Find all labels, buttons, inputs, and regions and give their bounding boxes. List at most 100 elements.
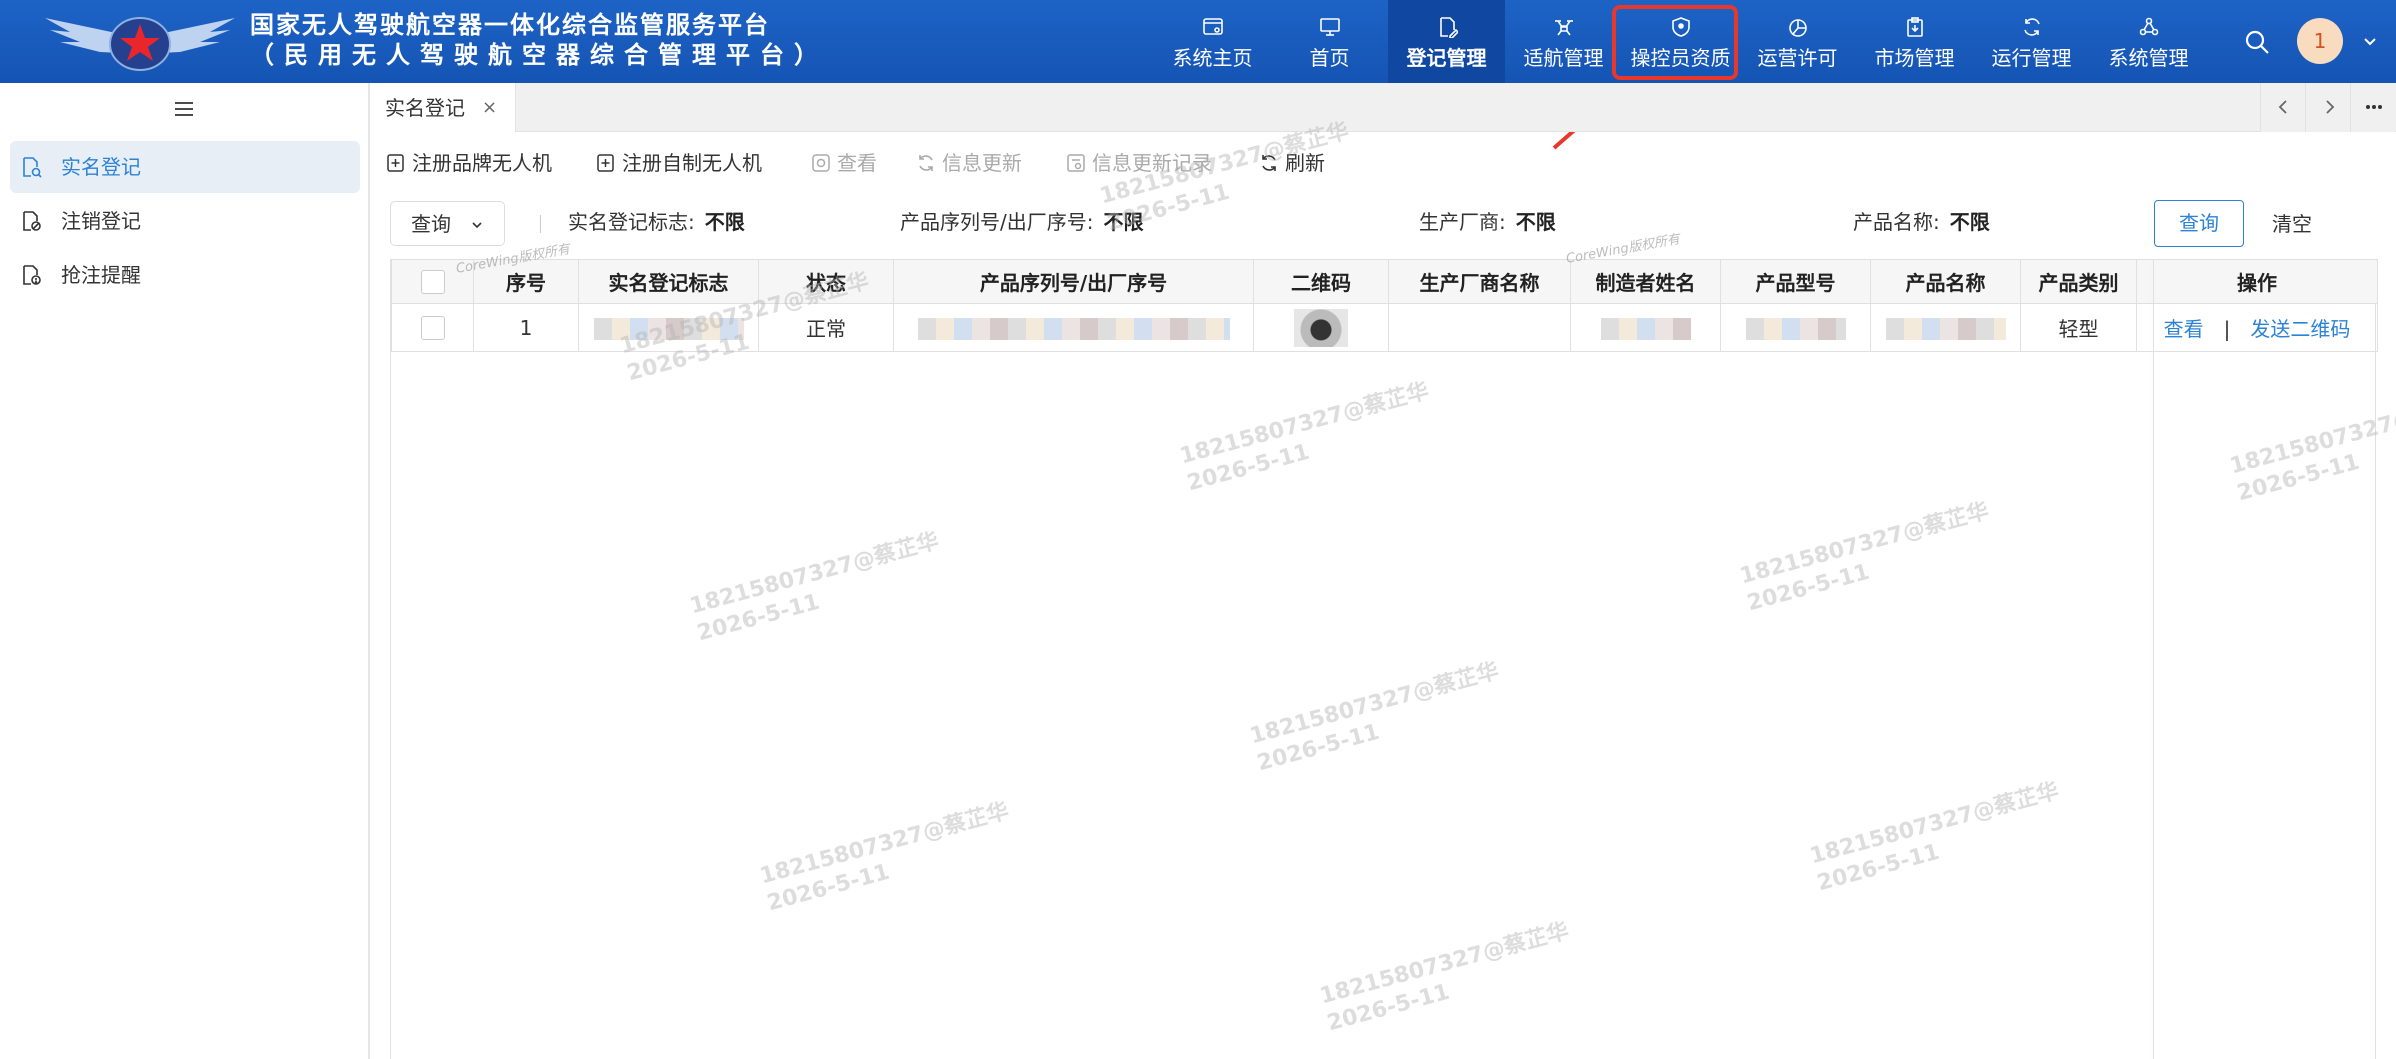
filter-label: 产品序列号/出厂序号: [900, 210, 1094, 234]
document-search-icon [23, 157, 42, 178]
tab-bar: 实名登记 × [372, 83, 2396, 132]
close-icon[interactable]: × [482, 97, 497, 119]
nav-label: 运行管理 [1991, 46, 2072, 70]
register-custom-drone-button[interactable]: 注册自制无人机 [582, 148, 767, 178]
more-dots-icon [2366, 105, 2382, 109]
sidebar-item-label: 注销登记 [61, 209, 141, 233]
row-checkbox[interactable] [420, 316, 445, 341]
clipboard-icon [1906, 17, 1923, 37]
platform-title: 国家无人驾驶航空器一体化综合监管服务平台 [250, 11, 770, 39]
column-header[interactable]: 产品型号 [1720, 259, 1871, 304]
filter-label: 产品名称: [1853, 210, 1940, 234]
refresh-button[interactable]: 刷新 [1245, 148, 1335, 178]
nav-market[interactable]: 市场管理 [1856, 0, 1973, 83]
sidebar-item-label: 实名登记 [61, 155, 141, 179]
nav-home[interactable]: 首页 [1271, 0, 1388, 83]
cycle-icon [2023, 18, 2040, 36]
column-header[interactable]: 产品序列号/出厂序号 [893, 259, 1254, 304]
records-icon [1067, 154, 1085, 172]
monitor-icon [1319, 18, 1340, 36]
filter-value[interactable]: 不限 [1950, 210, 1990, 234]
query-button[interactable]: 查询 [2154, 200, 2244, 247]
highlight-box [1612, 5, 1738, 80]
column-header[interactable]: 二维码 [1253, 259, 1389, 304]
table-header-row: 序号 实名登记标志 状态 产品序列号/出厂序号 二维码 生产厂商名称 制造者姓名… [391, 259, 2378, 304]
column-header: 操作 [2136, 259, 2378, 304]
clear-button[interactable]: 清空 [2272, 210, 2312, 238]
nav-registration[interactable]: 登记管理 [1388, 0, 1505, 83]
filter-value[interactable]: 不限 [705, 210, 745, 234]
row-select-cell [391, 303, 474, 352]
update-records-button[interactable]: 信息更新记录 [1052, 148, 1227, 178]
filter-registration-mark[interactable]: 实名登记标志: 不限 [568, 208, 745, 236]
network-icon [2139, 17, 2158, 36]
tab-scroll-left-button[interactable] [2260, 83, 2305, 132]
column-header[interactable]: 生产厂商名称 [1388, 259, 1571, 304]
index-cell: 1 [473, 303, 579, 352]
tool-label: 注册品牌无人机 [412, 151, 552, 175]
sidebar-item-label: 抢注提醒 [61, 263, 141, 287]
column-header[interactable]: 产品名称 [1870, 259, 2021, 304]
divider [540, 215, 541, 233]
document-edit-icon [1439, 17, 1458, 38]
sidebar: 实名登记 注销登记 抢注提醒 [0, 83, 370, 1059]
nav-airworthiness[interactable]: 适航管理 [1505, 0, 1622, 83]
sidebar-item-cancel-registration[interactable]: 注销登记 [10, 195, 360, 247]
filter-value[interactable]: 不限 [1516, 210, 1556, 234]
tab-real-name-registration[interactable]: 实名登记 × [372, 83, 516, 132]
nav-system-home[interactable]: 系统主页 [1154, 0, 1271, 83]
search-icon[interactable] [2243, 28, 2271, 56]
column-header[interactable]: 序号 [473, 259, 579, 304]
info-update-button[interactable]: 信息更新 [902, 148, 1032, 178]
filter-serial-number[interactable]: 产品序列号/出厂序号: 不限 [900, 208, 1143, 236]
tool-label: 查看 [837, 151, 877, 175]
qr-code-cell [1253, 303, 1389, 352]
chevron-right-icon [2326, 100, 2335, 114]
caac-wings-logo-icon [45, 17, 235, 71]
send-qr-code-link[interactable]: 发送二维码 [2250, 317, 2350, 341]
nav-system[interactable]: 系统管理 [2090, 0, 2207, 83]
main-content: 实名登记 × 注册品牌无人机 注册自制无人机 查看 信息更新 信息更新记录 刷新… [372, 83, 2396, 1059]
tool-label: 信息更新 [942, 151, 1022, 175]
query-dropdown[interactable]: 查询 [390, 201, 505, 246]
sidebar-item-real-name-registration[interactable]: 实名登记 [10, 141, 360, 193]
column-header[interactable]: 产品类别 [2020, 259, 2137, 304]
refresh-icon [919, 155, 933, 171]
view-button[interactable]: 查看 [797, 148, 887, 178]
nav-operation-permit[interactable]: 运营许可 [1739, 0, 1856, 83]
window-icon [1202, 18, 1223, 35]
dropdown-label: 查询 [411, 212, 451, 236]
select-all-checkbox[interactable] [420, 270, 445, 295]
toolbar: 注册品牌无人机 注册自制无人机 查看 信息更新 信息更新记录 刷新 [372, 132, 2396, 194]
document-cancel-icon [23, 211, 41, 231]
chevron-down-icon[interactable] [2362, 33, 2378, 49]
view-link[interactable]: 查看 [2164, 317, 2204, 341]
fixed-column-divider [2153, 259, 2154, 1059]
chevron-down-icon [472, 222, 482, 229]
filter-label: 生产厂商: [1419, 210, 1506, 234]
column-header[interactable]: 制造者姓名 [1570, 259, 1721, 304]
table-row[interactable]: 1 正常 轻型 查看 | 发送二维码 [391, 303, 2378, 352]
filter-product-name[interactable]: 产品名称: 不限 [1853, 208, 1990, 236]
nav-operation[interactable]: 运行管理 [1973, 0, 2090, 83]
platform-subtitle: （民用无人驾驶航空器综合管理平台） [250, 41, 828, 69]
redacted-text [1745, 317, 1846, 340]
avatar[interactable]: 1 [2297, 18, 2343, 64]
tab-scroll-right-button[interactable] [2305, 83, 2350, 132]
filter-value[interactable]: 不限 [1103, 210, 1143, 234]
status-cell: 正常 [758, 303, 894, 352]
filter-manufacturer[interactable]: 生产厂商: 不限 [1419, 208, 1556, 236]
product-name-cell [1870, 303, 2021, 352]
column-header[interactable]: 实名登记标志 [578, 259, 759, 304]
column-header[interactable]: 状态 [758, 259, 894, 304]
sidebar-item-squatting-alert[interactable]: 抢注提醒 [10, 249, 360, 301]
qr-code-image[interactable] [1294, 308, 1348, 347]
model-cell [1720, 303, 1871, 352]
tab-more-button[interactable] [2350, 83, 2395, 132]
hamburger-menu-icon[interactable] [172, 97, 196, 121]
select-all-cell [391, 259, 474, 304]
separator: | [2223, 317, 2231, 341]
register-brand-drone-button[interactable]: 注册品牌无人机 [372, 148, 557, 178]
refresh-icon [1262, 155, 1276, 171]
tool-label: 刷新 [1285, 151, 1325, 175]
